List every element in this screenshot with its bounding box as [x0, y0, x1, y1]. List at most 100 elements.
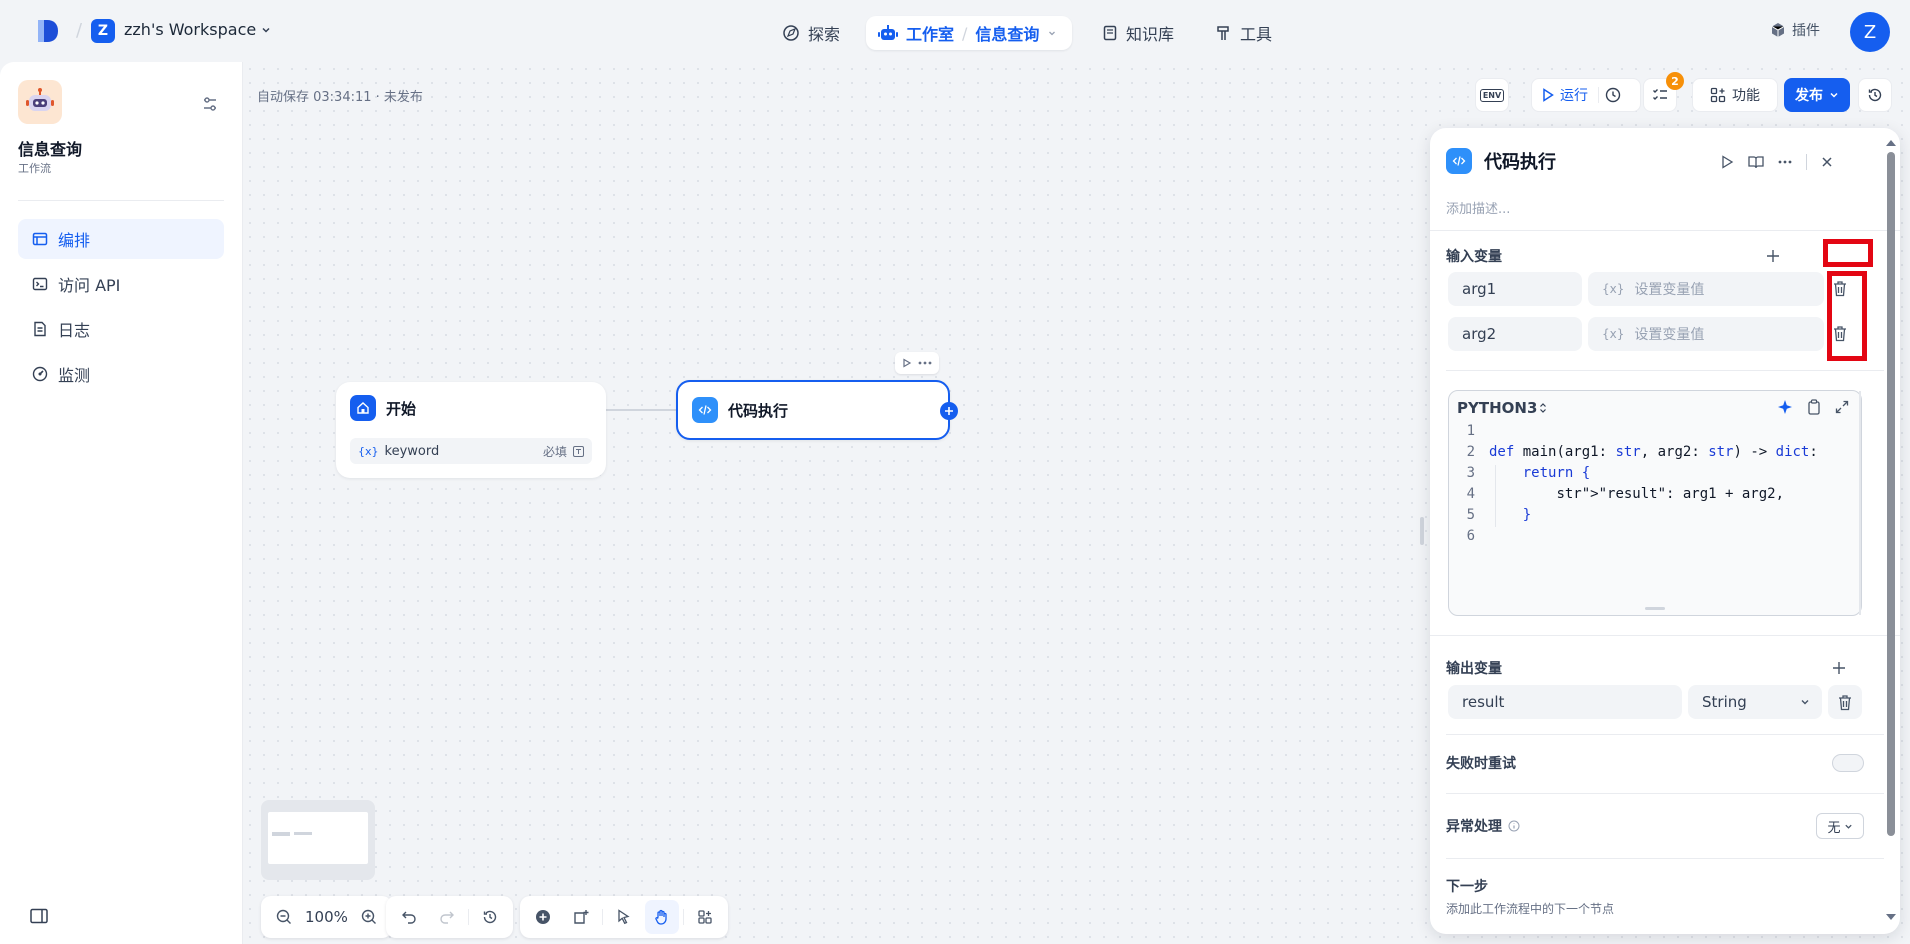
undo-icon[interactable] — [392, 900, 426, 934]
add-output-variable-icon[interactable] — [1832, 661, 1846, 675]
editor-scrollbar[interactable] — [1859, 391, 1861, 615]
monitor-icon — [32, 366, 48, 382]
error-handling-select[interactable]: 无 — [1816, 813, 1864, 839]
code-editor[interactable]: PYTHON3 1 2 3 4 5 6 def main(arg1: str, … — [1448, 390, 1862, 616]
version-history-button[interactable] — [1858, 78, 1892, 112]
sidebar-item-orchestrate[interactable]: 编排 — [18, 219, 224, 259]
plugin-button[interactable]: 插件 — [1770, 20, 1820, 40]
hand-icon[interactable] — [645, 900, 679, 934]
history-clock-icon — [1605, 87, 1621, 103]
nav-tools[interactable]: 工具 — [1204, 16, 1284, 50]
add-node-icon[interactable] — [526, 900, 560, 934]
line-number: 6 — [1466, 528, 1475, 544]
zoom-level[interactable]: 100% — [305, 908, 348, 926]
chevron-down-icon — [1830, 92, 1838, 98]
play-icon[interactable] — [902, 358, 912, 368]
features-button[interactable]: 功能 — [1692, 78, 1778, 112]
settings-sliders-icon[interactable] — [202, 96, 218, 112]
start-variable-name: keyword — [384, 443, 440, 459]
trash-icon[interactable] — [1828, 685, 1862, 719]
input-var-value-field[interactable]: {x} 设置变量值 — [1588, 272, 1824, 306]
scroll-down-arrow[interactable] — [1886, 914, 1896, 920]
env-button[interactable]: ENV — [1475, 78, 1509, 112]
expand-icon[interactable] — [1835, 400, 1849, 414]
nav-studio[interactable]: 工作室 / 信息查询 — [866, 16, 1072, 50]
terminal-icon — [32, 277, 48, 291]
tools-toolbar — [520, 896, 728, 938]
nav-knowledge[interactable]: 知识库 — [1090, 16, 1186, 50]
zoom-out-icon[interactable] — [267, 900, 301, 934]
edge-start-to-code[interactable] — [605, 409, 677, 411]
sidebar-item-monitor[interactable]: 监测 — [18, 354, 224, 394]
copy-icon[interactable] — [1807, 399, 1821, 415]
pointer-icon[interactable] — [607, 900, 641, 934]
required-label: 必填 — [542, 444, 567, 459]
code-line: def main(arg1: str, arg2: str) -> dict: — [1489, 444, 1818, 460]
run-button[interactable]: 运行 — [1542, 85, 1588, 105]
help-doc-icon[interactable] — [1748, 155, 1764, 169]
workspace-switcher[interactable]: zzh's Workspace — [124, 20, 272, 39]
panel-scrollbar[interactable] — [1886, 136, 1896, 926]
run-group: 运行 — [1531, 78, 1641, 112]
language-selector[interactable]: PYTHON3 — [1457, 399, 1547, 417]
line-number: 4 — [1466, 486, 1475, 502]
divider — [1806, 154, 1807, 170]
panel-resize-handle[interactable] — [1420, 517, 1424, 545]
error-handling-label: 异常处理 — [1446, 819, 1502, 835]
start-node[interactable]: 开始 {x} keyword 必填 — [336, 382, 606, 478]
nav-app-label[interactable]: 信息查询 — [975, 21, 1039, 45]
sidebar-item-api[interactable]: 访问 API — [18, 264, 224, 304]
robot-icon — [878, 25, 898, 40]
chevron-down-icon — [262, 27, 270, 33]
nav-studio-label: 工作室 — [906, 25, 955, 44]
more-icon[interactable] — [1778, 160, 1792, 164]
output-variables-label: 输出变量 — [1446, 661, 1502, 677]
output-var-type-select[interactable]: String — [1688, 685, 1822, 719]
workspace-avatar[interactable]: Z — [91, 19, 115, 43]
more-icon[interactable] — [918, 361, 932, 365]
dify-logo[interactable] — [36, 18, 60, 44]
output-var-name-field[interactable]: result — [1448, 685, 1682, 719]
highlight-add-button — [1823, 239, 1873, 267]
add-note-icon[interactable] — [564, 900, 598, 934]
checklist-icon — [1653, 89, 1667, 100]
minimap[interactable] — [261, 800, 375, 880]
panel-title[interactable]: 代码执行 — [1484, 148, 1556, 174]
sidebar-item-label: 日志 — [58, 321, 91, 340]
nav-separator: / — [962, 23, 968, 43]
input-var-value-field[interactable]: {x} 设置变量值 — [1588, 317, 1824, 351]
run-step-icon[interactable] — [1720, 155, 1734, 169]
close-icon[interactable] — [1821, 156, 1833, 168]
editor-resize-handle[interactable] — [1645, 607, 1665, 610]
input-var-name-field[interactable]: arg1 — [1448, 272, 1582, 306]
run-history-button[interactable] — [1605, 87, 1621, 103]
input-var-name-field[interactable]: arg2 — [1448, 317, 1582, 351]
code-node[interactable]: 代码执行 — [676, 380, 950, 440]
sidebar-item-logs[interactable]: 日志 — [18, 309, 224, 349]
add-next-node-button[interactable] — [940, 402, 958, 420]
user-avatar[interactable]: Z — [1850, 12, 1890, 52]
publish-button[interactable]: 发布 — [1784, 78, 1850, 112]
code-line: return { — [1522, 465, 1591, 481]
scrollbar-thumb[interactable] — [1887, 152, 1895, 836]
redo-icon[interactable] — [430, 900, 464, 934]
line-number: 5 — [1466, 507, 1475, 523]
ai-sparkle-icon[interactable] — [1777, 399, 1793, 415]
add-input-variable-icon[interactable] — [1766, 249, 1780, 263]
next-step-label: 下一步 — [1446, 879, 1488, 895]
zoom-in-icon[interactable] — [352, 900, 386, 934]
info-icon[interactable] — [1508, 820, 1520, 832]
play-icon — [1543, 88, 1554, 102]
scroll-up-arrow[interactable] — [1886, 140, 1896, 146]
edit-history-icon[interactable] — [473, 900, 507, 934]
code-line: str">"result": arg1 + arg2, — [1556, 486, 1785, 502]
retry-toggle[interactable] — [1832, 754, 1864, 772]
value-placeholder: 设置变量值 — [1634, 282, 1705, 298]
retry-label: 失败时重试 — [1446, 756, 1516, 772]
nav-explore[interactable]: 探索 — [770, 16, 852, 50]
start-node-title: 开始 — [386, 399, 417, 418]
description-input[interactable]: 添加描述... — [1446, 198, 1510, 217]
organize-icon[interactable] — [688, 900, 722, 934]
divider — [1430, 230, 1900, 231]
collapse-sidebar-icon[interactable] — [30, 908, 48, 924]
